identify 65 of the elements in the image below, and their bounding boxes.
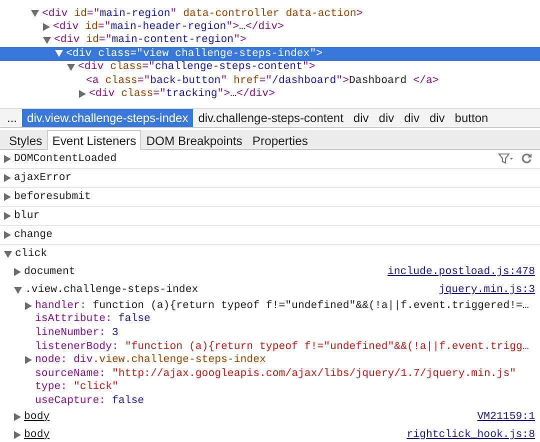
disclosure-triangle-icon[interactable]: [43, 23, 50, 32]
property-line: sourceName: "http://ajax.googleapis.com/ajax/libs/jquery/1.7/jquery.min.js": [35, 368, 516, 380]
panel-tab[interactable]: Event Listeners: [47, 130, 142, 150]
html-tag-line: <div class="view challenge-steps-index">: [66, 48, 323, 60]
html-tag-line: <div id="main-header-region">…</div>: [53, 21, 284, 34]
disclosure-triangle-icon[interactable]: [4, 155, 11, 163]
disclosure-triangle-icon[interactable]: [14, 268, 21, 276]
breadcrumb-item[interactable]: ...: [2, 109, 22, 127]
disclosure-triangle-icon[interactable]: [14, 430, 21, 439]
property-line: node: div.view.challenge-steps-index: [35, 354, 266, 366]
breadcrumb-item[interactable]: div: [424, 109, 450, 127]
disclosure-triangle-icon[interactable]: [79, 90, 86, 98]
breadcrumb-item[interactable]: div: [399, 109, 424, 127]
source-link[interactable]: include.postload.js:478: [387, 266, 540, 278]
disclosure-triangle-icon[interactable]: [14, 286, 22, 294]
disclosure-triangle-icon[interactable]: [14, 412, 21, 421]
html-tag-line: <div id="main-region" data-controller data-action>: [42, 8, 363, 20]
html-tag-line: <div class="challenge-steps-content">: [78, 61, 316, 74]
filter-icon[interactable]: [498, 153, 513, 164]
event-name[interactable]: click: [15, 248, 48, 260]
listener-target[interactable]: body: [24, 410, 50, 423]
disclosure-triangle-icon[interactable]: [4, 174, 11, 182]
breadcrumb-item[interactable]: div.challenge-steps-content: [193, 109, 348, 127]
panel-tab[interactable]: DOM Breakpoints: [141, 131, 248, 150]
panel-tab[interactable]: Styles: [4, 131, 48, 150]
tree-row[interactable]: <a class="back-button" href="/dashboard">Dashboard </a>: [0, 74, 540, 88]
source-link[interactable]: jquery.min.js:3: [438, 284, 540, 296]
tree-row[interactable]: <div class="challenge-steps-content">: [0, 60, 540, 74]
event-name[interactable]: ajaxError: [14, 172, 72, 184]
property-line: type: "click": [35, 381, 118, 394]
tree-row[interactable]: <div id="main-region" data-controller data-action>: [0, 7, 540, 20]
disclosure-triangle-icon[interactable]: [25, 356, 32, 364]
breadcrumb-item[interactable]: div: [348, 109, 374, 127]
property-line: useCapture: false: [35, 394, 144, 407]
disclosure-triangle-icon[interactable]: [4, 250, 12, 258]
disclosure-triangle-icon[interactable]: [4, 212, 11, 220]
breadcrumb-item[interactable]: div.view.challenge-steps-index: [22, 109, 194, 127]
tree-row[interactable]: <div class="tracking">…</div>: [0, 87, 540, 101]
panel-tab[interactable]: Properties: [247, 131, 313, 150]
disclosure-triangle-icon[interactable]: [4, 193, 11, 201]
disclosure-triangle-icon[interactable]: [25, 302, 32, 310]
event-name[interactable]: blur: [14, 210, 40, 222]
listener-target[interactable]: document: [24, 266, 76, 278]
refresh-icon[interactable]: [521, 153, 532, 164]
breadcrumb-item[interactable]: button: [450, 109, 494, 127]
html-tag-line: <div id="main-content-region">: [54, 34, 246, 46]
source-link[interactable]: rightclick_hook.js:8: [406, 428, 540, 441]
tree-row[interactable]: <div class="view challenge-steps-index">: [0, 47, 540, 61]
html-tag-line: <a class="back-button" href="/dashboard">Dashboard </a>: [86, 74, 439, 87]
property-line: handler: function (a){return typeof f!="undefined"&&(!a||f.event.triggered!=…: [35, 300, 529, 312]
source-link[interactable]: VM21159:1: [477, 410, 540, 423]
property-line: isAttribute: false: [35, 313, 150, 326]
disclosure-triangle-icon[interactable]: [4, 231, 11, 239]
listener-target[interactable]: body: [24, 428, 50, 441]
disclosure-triangle-icon[interactable]: [31, 10, 39, 18]
listener-target[interactable]: .view.challenge-steps-index: [25, 284, 198, 296]
tree-row[interactable]: <div id="main-header-region">…</div>: [0, 20, 540, 34]
disclosure-triangle-icon[interactable]: [67, 64, 75, 71]
event-name[interactable]: DOMContentLoaded: [14, 153, 117, 165]
property-line: lineNumber: 3: [35, 326, 118, 339]
property-line: listenerBody: "function (a){return typeof f!="undefined"&&(!a||f.event.trigg…: [35, 340, 529, 353]
event-name[interactable]: change: [14, 229, 52, 241]
event-name[interactable]: beforesubmit: [14, 191, 91, 203]
html-tag-line: <div class="tracking">…</div>: [89, 88, 276, 100]
breadcrumb-item[interactable]: div: [374, 109, 400, 127]
